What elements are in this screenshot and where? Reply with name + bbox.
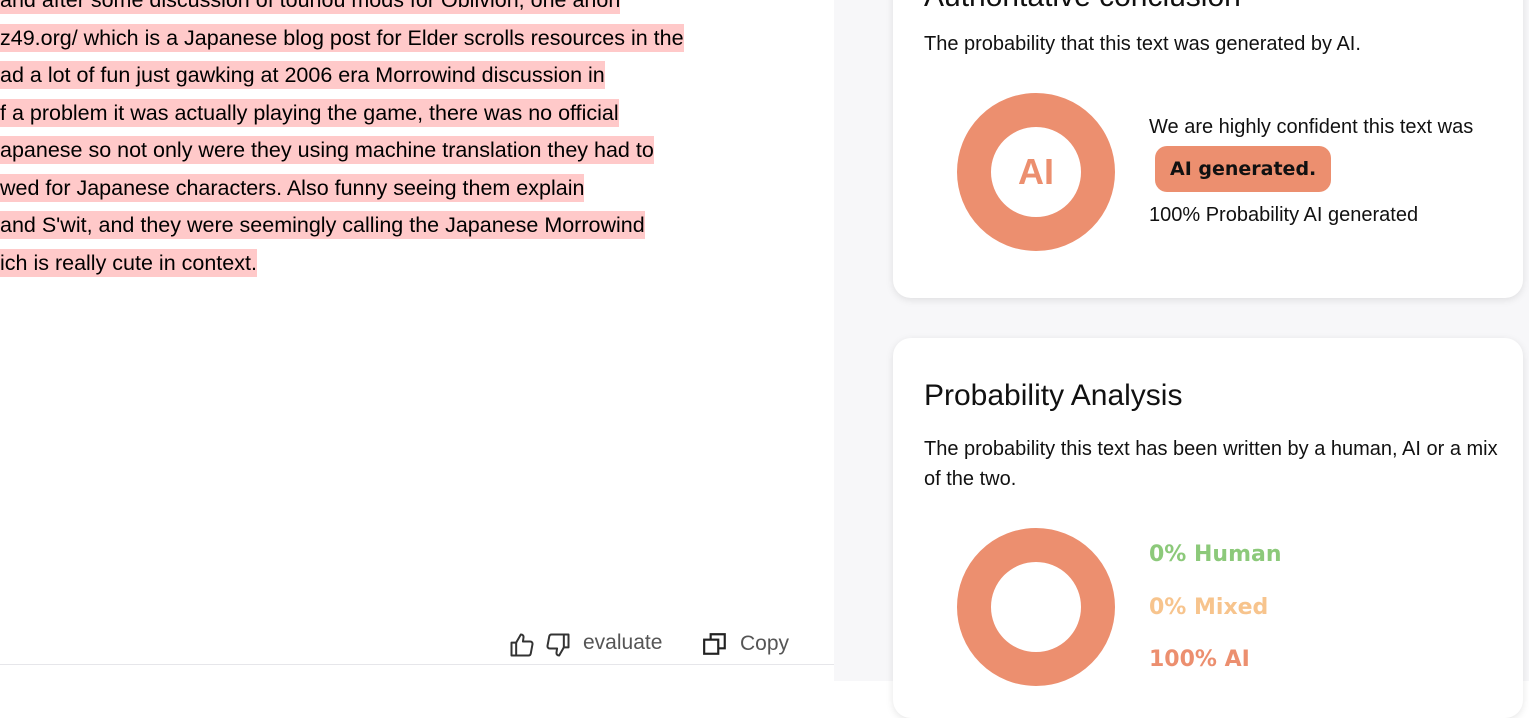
highlighted-text: f a problem it was actually playing the … bbox=[0, 98, 619, 127]
card-description: The probability this text has been writt… bbox=[924, 438, 1498, 490]
results-sidebar: Authoritative conclusion The probability… bbox=[834, 0, 1529, 718]
verdict-text: We are highly confident this text was bbox=[1149, 116, 1474, 138]
ai-donut-chart: AI bbox=[957, 93, 1115, 251]
text-line: and S'wit, and they were seemingly calli… bbox=[0, 207, 834, 245]
copy-label: Copy bbox=[740, 632, 790, 655]
card-title: Probability Analysis bbox=[924, 379, 1183, 412]
copy-icon bbox=[703, 633, 726, 655]
text-line: z49.org/ which is a Japanese blog post f… bbox=[0, 20, 834, 58]
text-line: wed for Japanese characters. Also funny … bbox=[0, 170, 834, 208]
text-line: ad a lot of fun just gawking at 2006 era… bbox=[0, 57, 834, 95]
ai-generated-badge: AI generated. bbox=[1155, 146, 1332, 192]
highlighted-text: and S'wit, and they were seemingly calli… bbox=[0, 211, 645, 239]
card-title: Authoritative conclusion bbox=[924, 0, 1241, 14]
highlighted-text: ich is really cute in context. bbox=[0, 248, 257, 277]
thumbs-up-button[interactable] bbox=[508, 631, 536, 659]
feedback-toolbar: evaluate Copy bbox=[0, 628, 834, 664]
copy-button[interactable]: Copy bbox=[702, 631, 789, 657]
divider bbox=[0, 664, 834, 665]
highlighted-text: z49.org/ which is a Japanese blog post f… bbox=[0, 23, 684, 52]
text-line: and after some discussion of touhou mods… bbox=[0, 0, 834, 20]
conclusion-card: Authoritative conclusion The probability… bbox=[893, 0, 1523, 298]
highlighted-text: wed for Japanese characters. Also funny … bbox=[0, 173, 585, 202]
highlighted-text: ad a lot of fun just gawking at 2006 era… bbox=[0, 61, 605, 89]
legend-ai: 100% AI bbox=[1149, 647, 1250, 672]
donut-center-label: AI bbox=[1018, 151, 1054, 192]
evaluate-button[interactable]: evaluate bbox=[583, 631, 662, 655]
highlighted-text: and after some discussion of touhou mods… bbox=[0, 0, 621, 14]
thumbs-down-button[interactable] bbox=[544, 631, 572, 659]
thumbs-up-icon bbox=[510, 633, 534, 657]
evaluate-label: evaluate bbox=[583, 631, 663, 654]
verdict: We are highly confident this text was AI … bbox=[1149, 108, 1489, 192]
highlighted-text: apanese so not only were they using mach… bbox=[0, 136, 654, 164]
probability-donut-chart bbox=[957, 528, 1115, 686]
card-description: The probability that this text was gener… bbox=[924, 33, 1361, 55]
text-line: apanese so not only were they using mach… bbox=[0, 132, 834, 170]
legend-mixed: 0% Mixed bbox=[1149, 595, 1269, 620]
thumbs-down-icon bbox=[546, 633, 570, 657]
legend-human: 0% Human bbox=[1149, 542, 1282, 567]
text-line: ich is really cute in context. bbox=[0, 245, 834, 283]
probability-text: 100% Probability AI generated bbox=[1149, 204, 1419, 226]
analyzed-text: and after some discussion of touhou mods… bbox=[0, 0, 834, 282]
text-line: f a problem it was actually playing the … bbox=[0, 95, 834, 133]
text-panel: and after some discussion of touhou mods… bbox=[0, 0, 834, 681]
donut-ring-ai bbox=[957, 528, 1115, 686]
probability-analysis-card: Probability Analysis The probability thi… bbox=[893, 338, 1523, 718]
